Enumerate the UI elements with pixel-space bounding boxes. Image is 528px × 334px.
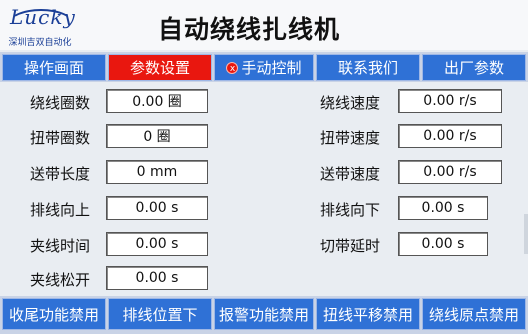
button-label: 扭线平移禁用 xyxy=(322,305,413,324)
tab-manual-control[interactable]: x 手动控制 xyxy=(214,54,314,81)
winding-origin-disable-button[interactable]: 绕线原点禁用 xyxy=(422,298,526,330)
label-clamp-open: 夹线松开 xyxy=(30,271,91,289)
x-icon: x xyxy=(226,61,239,74)
wind-turns-field[interactable]: 0.00 圈 xyxy=(106,89,208,113)
tab-label: 出厂参数 xyxy=(443,59,504,77)
tab-factory-parameters[interactable]: 出厂参数 xyxy=(422,54,526,81)
tab-contact-us[interactable]: 联系我们 xyxy=(316,54,420,81)
label-line-up: 排线向上 xyxy=(30,201,91,219)
alarm-function-disable-button[interactable]: 报警功能禁用 xyxy=(214,298,314,330)
scrollbar[interactable] xyxy=(524,214,528,254)
logo-company-name: 深圳吉双自动化 xyxy=(8,38,72,48)
company-logo: Lucky 深圳吉双自动化 xyxy=(4,3,75,48)
tab-label: 联系我们 xyxy=(337,59,398,77)
twist-translate-disable-button[interactable]: 扭线平移禁用 xyxy=(316,298,420,330)
clamp-open-field[interactable]: 0.00 s xyxy=(106,266,208,290)
button-label: 排线位置下 xyxy=(122,305,198,324)
tab-label: 手动控制 xyxy=(241,59,302,77)
line-up-field[interactable]: 0.00 s xyxy=(106,196,208,220)
tab-operation-screen[interactable]: 操作画面 xyxy=(2,54,106,81)
label-tie-turns: 扭带圈数 xyxy=(30,129,91,147)
page-title: 自动绕线扎线机 xyxy=(158,15,341,44)
tab-label: 参数设置 xyxy=(129,59,190,77)
label-feed-length: 送带长度 xyxy=(30,165,91,183)
logo-script: Lucky xyxy=(10,5,76,29)
tie-turns-field[interactable]: 0 圈 xyxy=(106,124,208,148)
label-wind-speed: 绕线速度 xyxy=(320,94,381,112)
clamp-time-field[interactable]: 0.00 s xyxy=(106,232,208,256)
label-feed-speed: 送带速度 xyxy=(320,165,381,183)
label-line-down: 排线向下 xyxy=(320,201,381,219)
button-label: 收尾功能禁用 xyxy=(8,305,99,324)
label-wind-turns: 绕线圈数 xyxy=(30,94,91,112)
label-cut-delay: 切带延时 xyxy=(320,237,381,255)
label-tie-speed: 扭带速度 xyxy=(320,129,381,147)
feed-speed-field[interactable]: 0.00 r/s xyxy=(398,160,502,184)
tie-speed-field[interactable]: 0.00 r/s xyxy=(398,124,502,148)
tail-function-disable-button[interactable]: 收尾功能禁用 xyxy=(2,298,106,330)
line-down-field[interactable]: 0.00 s xyxy=(398,196,488,220)
feed-length-field[interactable]: 0 mm xyxy=(106,160,208,184)
label-clamp-time: 夹线时间 xyxy=(30,237,91,255)
button-label: 报警功能禁用 xyxy=(218,305,309,324)
wind-speed-field[interactable]: 0.00 r/s xyxy=(398,89,502,113)
tab-label: 操作画面 xyxy=(23,59,84,77)
tab-parameter-settings[interactable]: 参数设置 xyxy=(108,54,212,81)
wire-position-down-button[interactable]: 排线位置下 xyxy=(108,298,212,330)
button-label: 绕线原点禁用 xyxy=(428,305,519,324)
cut-delay-field[interactable]: 0.00 s xyxy=(398,232,488,256)
